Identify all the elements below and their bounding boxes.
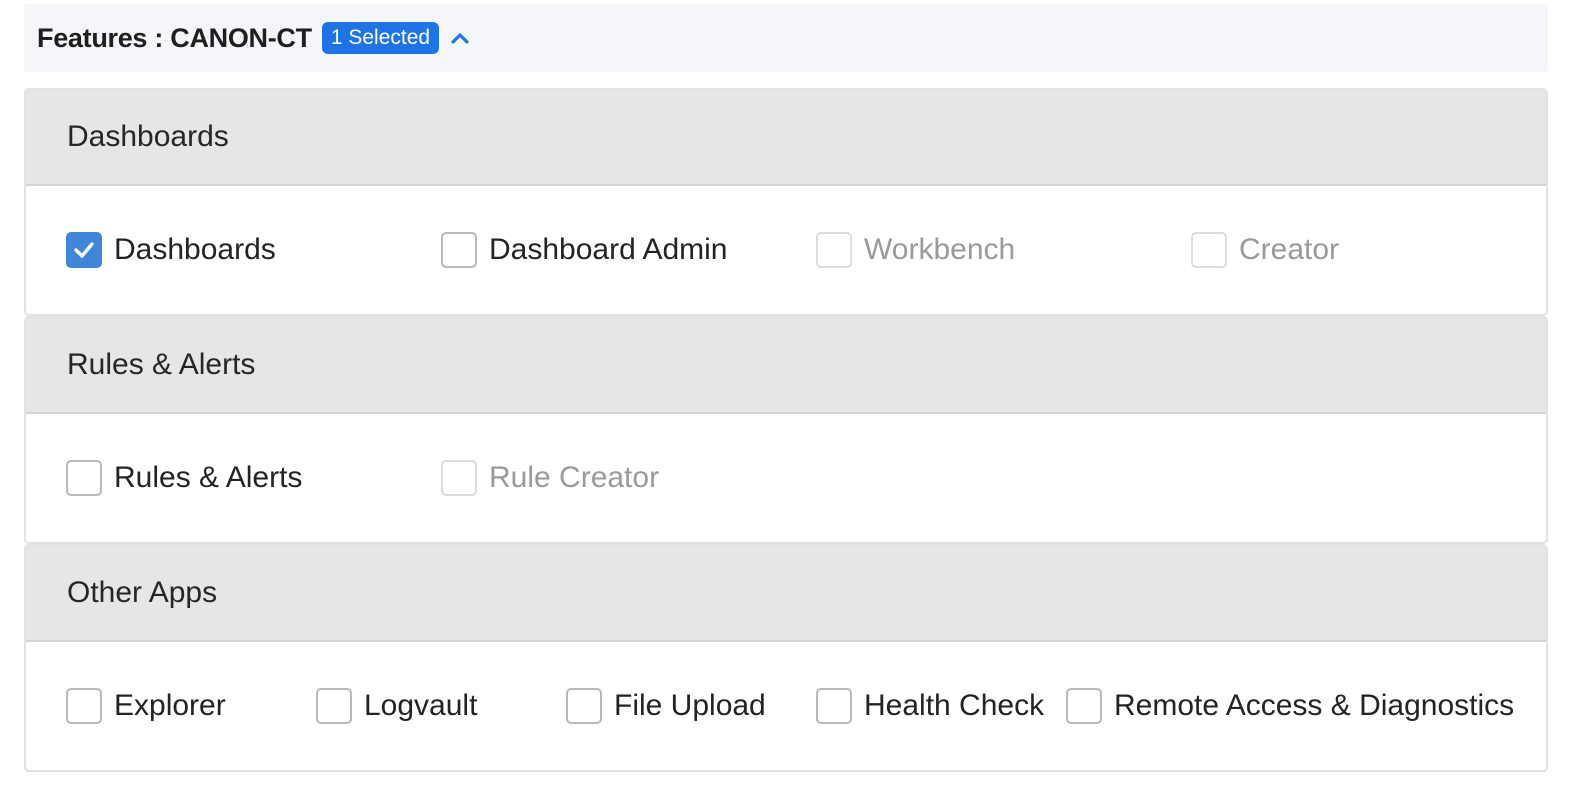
section-other-apps: Other Apps Explorer Logvault File Upload…: [24, 544, 1548, 772]
checkbox-rule-creator: [441, 460, 477, 496]
section-rules-alerts: Rules & Alerts Rules & Alerts Rule Creat…: [24, 316, 1548, 544]
option-rules-alerts[interactable]: Rules & Alerts: [66, 414, 302, 542]
checkbox-logvault[interactable]: [316, 688, 352, 724]
checkbox-dashboards[interactable]: [66, 232, 102, 268]
option-label: Workbench: [864, 233, 1016, 266]
option-label: File Upload: [614, 689, 766, 722]
option-label: Rules & Alerts: [114, 461, 303, 494]
option-label: Rule Creator: [489, 461, 660, 494]
checkbox-rules-alerts[interactable]: [66, 460, 102, 496]
option-explorer[interactable]: Explorer: [66, 642, 226, 770]
option-label: Creator: [1239, 233, 1340, 266]
section-header-other-apps: Other Apps: [26, 546, 1546, 642]
option-label: Explorer: [114, 689, 226, 722]
features-title: Features : CANON-CT: [37, 22, 312, 53]
selected-count-badge: 1 Selected: [321, 22, 440, 54]
checkbox-dashboard-admin[interactable]: [441, 232, 477, 268]
option-label: Remote Access & Diagnostics: [1114, 689, 1515, 722]
chevron-up-icon[interactable]: [449, 27, 471, 49]
option-creator: Creator: [1191, 186, 1339, 314]
option-rule-creator: Rule Creator: [441, 414, 659, 542]
section-header-rules-alerts: Rules & Alerts: [26, 318, 1546, 414]
checkbox-remote-access-diagnostics[interactable]: [1066, 688, 1102, 724]
checkbox-explorer[interactable]: [66, 688, 102, 724]
option-label: Health Check: [864, 689, 1045, 722]
option-dashboard-admin[interactable]: Dashboard Admin: [441, 186, 727, 314]
checkbox-workbench: [816, 232, 852, 268]
section-header-dashboards: Dashboards: [26, 90, 1546, 186]
option-label: Dashboards: [114, 233, 276, 266]
checkbox-creator: [1191, 232, 1227, 268]
option-health-check[interactable]: Health Check: [816, 642, 1044, 770]
features-header: Features : CANON-CT 1 Selected: [24, 4, 1548, 72]
option-workbench: Workbench: [816, 186, 1015, 314]
option-dashboards[interactable]: Dashboards: [66, 186, 276, 314]
section-dashboards: Dashboards Dashboards Dashboard Admin Wo…: [24, 88, 1548, 316]
option-file-upload[interactable]: File Upload: [566, 642, 766, 770]
option-remote-access-diagnostics[interactable]: Remote Access & Diagnostics: [1066, 642, 1514, 770]
check-icon: [74, 242, 94, 258]
option-label: Logvault: [364, 689, 478, 722]
checkbox-file-upload[interactable]: [566, 688, 602, 724]
option-label: Dashboard Admin: [489, 233, 728, 266]
option-logvault[interactable]: Logvault: [316, 642, 477, 770]
checkbox-health-check[interactable]: [816, 688, 852, 724]
